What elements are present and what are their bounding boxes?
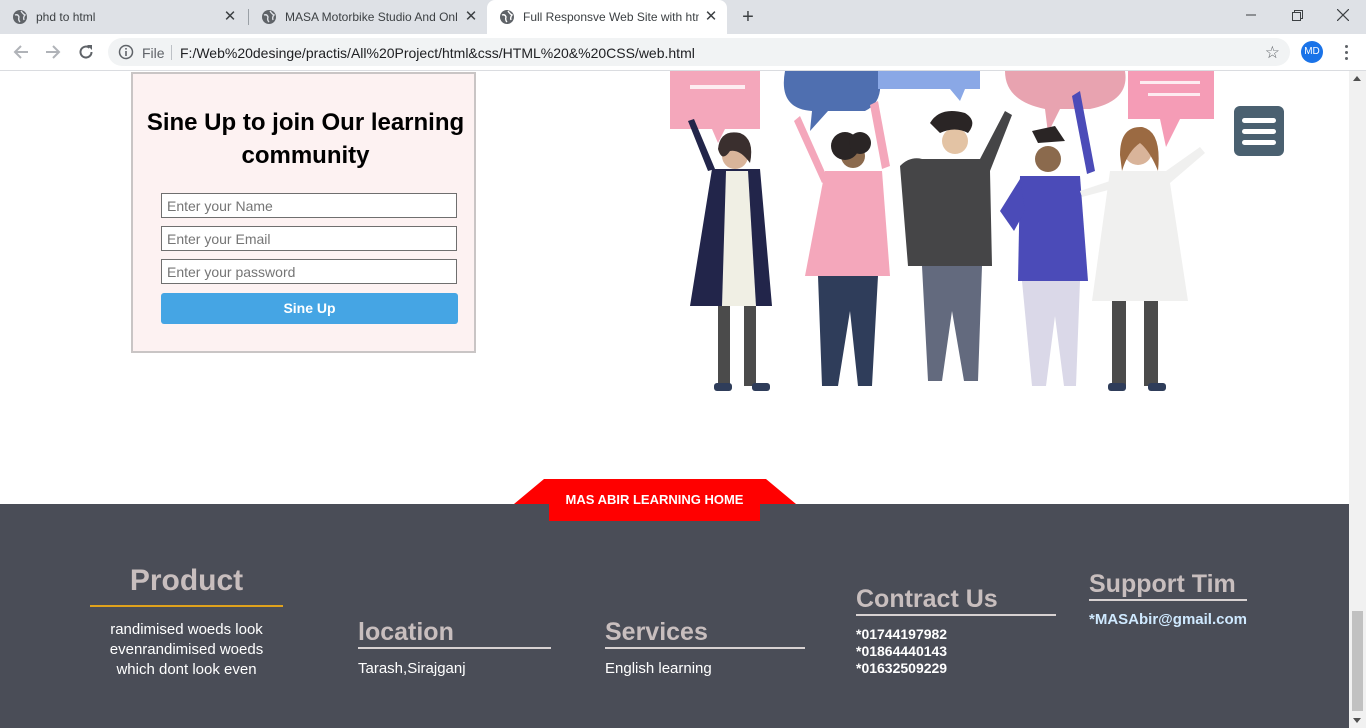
- omnibox-divider: [171, 45, 172, 60]
- signup-title: Sine Up to join Our learning community: [146, 109, 465, 169]
- menu-icon[interactable]: [1336, 41, 1356, 63]
- contact-phone: *01744197982: [856, 626, 948, 642]
- globe-icon: [13, 10, 27, 24]
- community-illustration: [670, 71, 1214, 391]
- scrollbar[interactable]: [1349, 71, 1366, 728]
- tab-title: MASA Motorbike Studio And Onl: [285, 10, 458, 24]
- minimize-icon[interactable]: [1228, 0, 1274, 30]
- product-line: randimised woeds look: [110, 621, 263, 638]
- browser-toolbar: File F:/Web%20desinge/practis/All%20Proj…: [0, 34, 1366, 71]
- close-icon[interactable]: ✕: [463, 9, 479, 25]
- avatar[interactable]: MD: [1301, 41, 1323, 63]
- email-input[interactable]: [161, 226, 457, 251]
- services-underline: [605, 647, 805, 649]
- reload-icon[interactable]: [74, 40, 98, 64]
- maximize-icon[interactable]: [1274, 0, 1320, 30]
- signup-button[interactable]: Sine Up: [161, 293, 458, 324]
- contact-phone: *01864440143: [856, 643, 948, 659]
- tab-title: Full Responsve Web Site with htm: [523, 10, 699, 24]
- plus-icon[interactable]: +: [736, 5, 760, 29]
- services-text: English learning: [605, 660, 712, 677]
- tab-phd-to-html[interactable]: phd to html ✕: [0, 0, 246, 34]
- support-email[interactable]: *MASAbir@gmail.com: [1089, 611, 1247, 628]
- ribbon-label: MAS ABIR LEARNING HOME: [565, 492, 744, 507]
- back-arrow-icon[interactable]: [9, 40, 33, 64]
- address-bar[interactable]: File F:/Web%20desinge/practis/All%20Proj…: [108, 38, 1290, 66]
- scrollbar-thumb[interactable]: [1352, 611, 1363, 711]
- contact-phone: *01632509229: [856, 660, 948, 676]
- forward-arrow-icon[interactable]: [41, 40, 65, 64]
- tab-masa-motorbike[interactable]: MASA Motorbike Studio And Onl ✕: [249, 0, 487, 34]
- globe-icon: [262, 10, 276, 24]
- page-viewport: Sine Up to join Our learning community S…: [0, 71, 1349, 728]
- tab-full-responsive[interactable]: Full Responsve Web Site with htm ✕: [487, 0, 727, 34]
- star-icon[interactable]: ☆: [1265, 43, 1280, 63]
- scroll-up-icon[interactable]: [1353, 76, 1361, 81]
- product-line: evenrandimised woeds: [109, 641, 264, 658]
- scroll-down-icon[interactable]: [1353, 718, 1361, 723]
- password-input[interactable]: [161, 259, 457, 284]
- name-input[interactable]: [161, 193, 457, 218]
- product-underline: [90, 605, 283, 607]
- window-close-icon[interactable]: [1320, 0, 1366, 30]
- product-heading: Product: [129, 564, 244, 597]
- globe-icon: [500, 10, 514, 24]
- contact-underline: [856, 614, 1056, 616]
- contact-heading: Contract Us: [856, 585, 998, 613]
- hamburger-icon[interactable]: [1234, 106, 1284, 156]
- close-icon[interactable]: ✕: [703, 9, 719, 25]
- url-text[interactable]: F:/Web%20desinge/practis/All%20Project/h…: [180, 45, 695, 61]
- support-heading: Support Tim: [1089, 570, 1236, 598]
- location-heading: location: [358, 618, 454, 646]
- tab-bar: phd to html ✕ MASA Motorbike Studio And …: [0, 0, 1366, 34]
- support-underline: [1089, 599, 1247, 601]
- location-underline: [358, 647, 551, 649]
- product-line: which dont look even: [116, 661, 257, 678]
- signup-card: Sine Up to join Our learning community S…: [131, 72, 476, 353]
- tab-title: phd to html: [36, 10, 96, 24]
- location-text: Tarash,Sirajganj: [358, 660, 466, 677]
- file-label: File: [142, 45, 165, 61]
- services-heading: Services: [605, 618, 708, 646]
- close-icon[interactable]: ✕: [222, 9, 238, 25]
- info-icon[interactable]: [118, 44, 134, 60]
